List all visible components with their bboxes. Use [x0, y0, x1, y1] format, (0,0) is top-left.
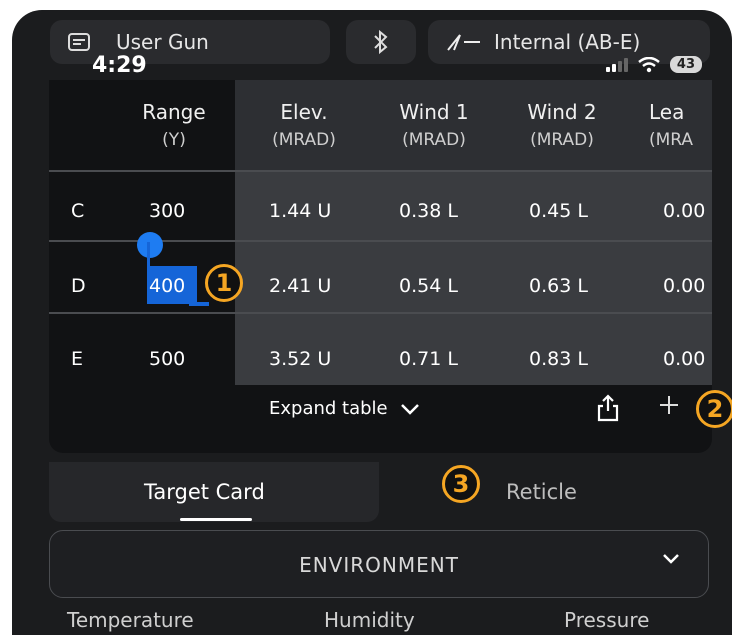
- header-unit: (MRAD): [530, 130, 594, 150]
- header-unit: (MRAD): [272, 130, 336, 150]
- environment-label: ENVIRONMENT: [299, 553, 459, 577]
- header-title: Wind 1: [399, 100, 469, 124]
- pressure-label: Pressure: [564, 608, 650, 632]
- expand-table-label: Expand table: [269, 398, 388, 419]
- device-name: Internal (AB-E): [494, 30, 641, 54]
- tab-target-card-label: Target Card: [144, 480, 265, 504]
- bluetooth-icon: [374, 29, 388, 55]
- wind2-cell: 0.83 L: [529, 348, 588, 370]
- plus-icon: [660, 396, 678, 414]
- humidity-label: Humidity: [324, 608, 415, 632]
- wind1-cell: 0.71 L: [399, 348, 458, 370]
- elev-cell: 1.44 U: [269, 200, 332, 222]
- header-elev: Elev. (MRAD): [249, 98, 359, 154]
- tab-reticle-label: Reticle: [506, 480, 577, 504]
- selection-handle[interactable]: [137, 232, 163, 258]
- annotation-badge-3: 3: [442, 465, 480, 503]
- annotation-badge-2: 2: [696, 390, 732, 428]
- lead-cell: 0.00: [663, 348, 706, 370]
- range-cell-editing[interactable]: 400: [149, 275, 185, 297]
- row-label: C: [71, 200, 85, 222]
- status-time: 4:29: [92, 53, 147, 78]
- header-title: Elev.: [280, 100, 328, 124]
- id-card-icon: [68, 33, 90, 51]
- selection-caret: [147, 242, 150, 272]
- lead-cell: 0.00: [663, 200, 706, 222]
- signal-icon: [605, 57, 628, 72]
- chevron-down-icon: [400, 403, 419, 415]
- bluetooth-button[interactable]: [346, 20, 416, 64]
- expand-table-button[interactable]: Expand table: [269, 398, 420, 419]
- header-wind1: Wind 1 (MRAD): [379, 98, 489, 154]
- header-unit: (Y): [162, 130, 186, 150]
- share-icon[interactable]: [597, 394, 619, 422]
- wind2-cell: 0.45 L: [529, 200, 588, 222]
- header-unit: (MRAD): [402, 130, 466, 150]
- add-row-button[interactable]: [659, 392, 679, 422]
- wind2-cell: 0.63 L: [529, 275, 588, 297]
- battery-indicator: 43: [669, 56, 702, 73]
- row-label: D: [71, 275, 86, 297]
- header-unit: (MRA: [649, 130, 694, 150]
- header-title: Lea: [649, 100, 685, 124]
- gun-name: User Gun: [116, 30, 209, 54]
- header-wind2: Wind 2 (MRAD): [507, 98, 617, 154]
- header-lead: Lea (MRA: [649, 98, 712, 154]
- row-divider: [49, 170, 712, 172]
- dope-table: Range (Y) Elev. (MRAD) Wind 1 (MRAD) Win…: [49, 80, 712, 390]
- selection-end-caret[interactable]: [189, 302, 209, 306]
- header-range: Range (Y): [119, 98, 229, 154]
- status-bar: 43: [605, 56, 702, 73]
- lead-cell: 0.00: [663, 275, 706, 297]
- wind1-cell: 0.38 L: [399, 200, 458, 222]
- annotation-badge-1: 1: [205, 264, 243, 302]
- app-screen: User Gun Internal (AB-E) 4:29 43 Range (…: [12, 10, 732, 635]
- row-divider: [49, 312, 712, 314]
- header-title: Range: [142, 100, 206, 124]
- active-tab-indicator: [180, 518, 252, 521]
- wind1-cell: 0.54 L: [399, 275, 458, 297]
- target-table-card: Range (Y) Elev. (MRAD) Wind 1 (MRAD) Win…: [49, 80, 712, 453]
- range-cell[interactable]: 300: [149, 200, 185, 222]
- chevron-down-icon: [663, 554, 679, 564]
- elev-cell: 2.41 U: [269, 275, 332, 297]
- wifi-icon: [638, 56, 660, 72]
- row-label: E: [71, 348, 84, 370]
- elev-cell: 3.52 U: [269, 348, 332, 370]
- range-cell[interactable]: 500: [149, 348, 185, 370]
- device-brand-icon: [447, 34, 480, 51]
- temperature-label: Temperature: [67, 608, 194, 632]
- environment-section[interactable]: ENVIRONMENT: [49, 530, 709, 598]
- header-title: Wind 2: [527, 100, 597, 124]
